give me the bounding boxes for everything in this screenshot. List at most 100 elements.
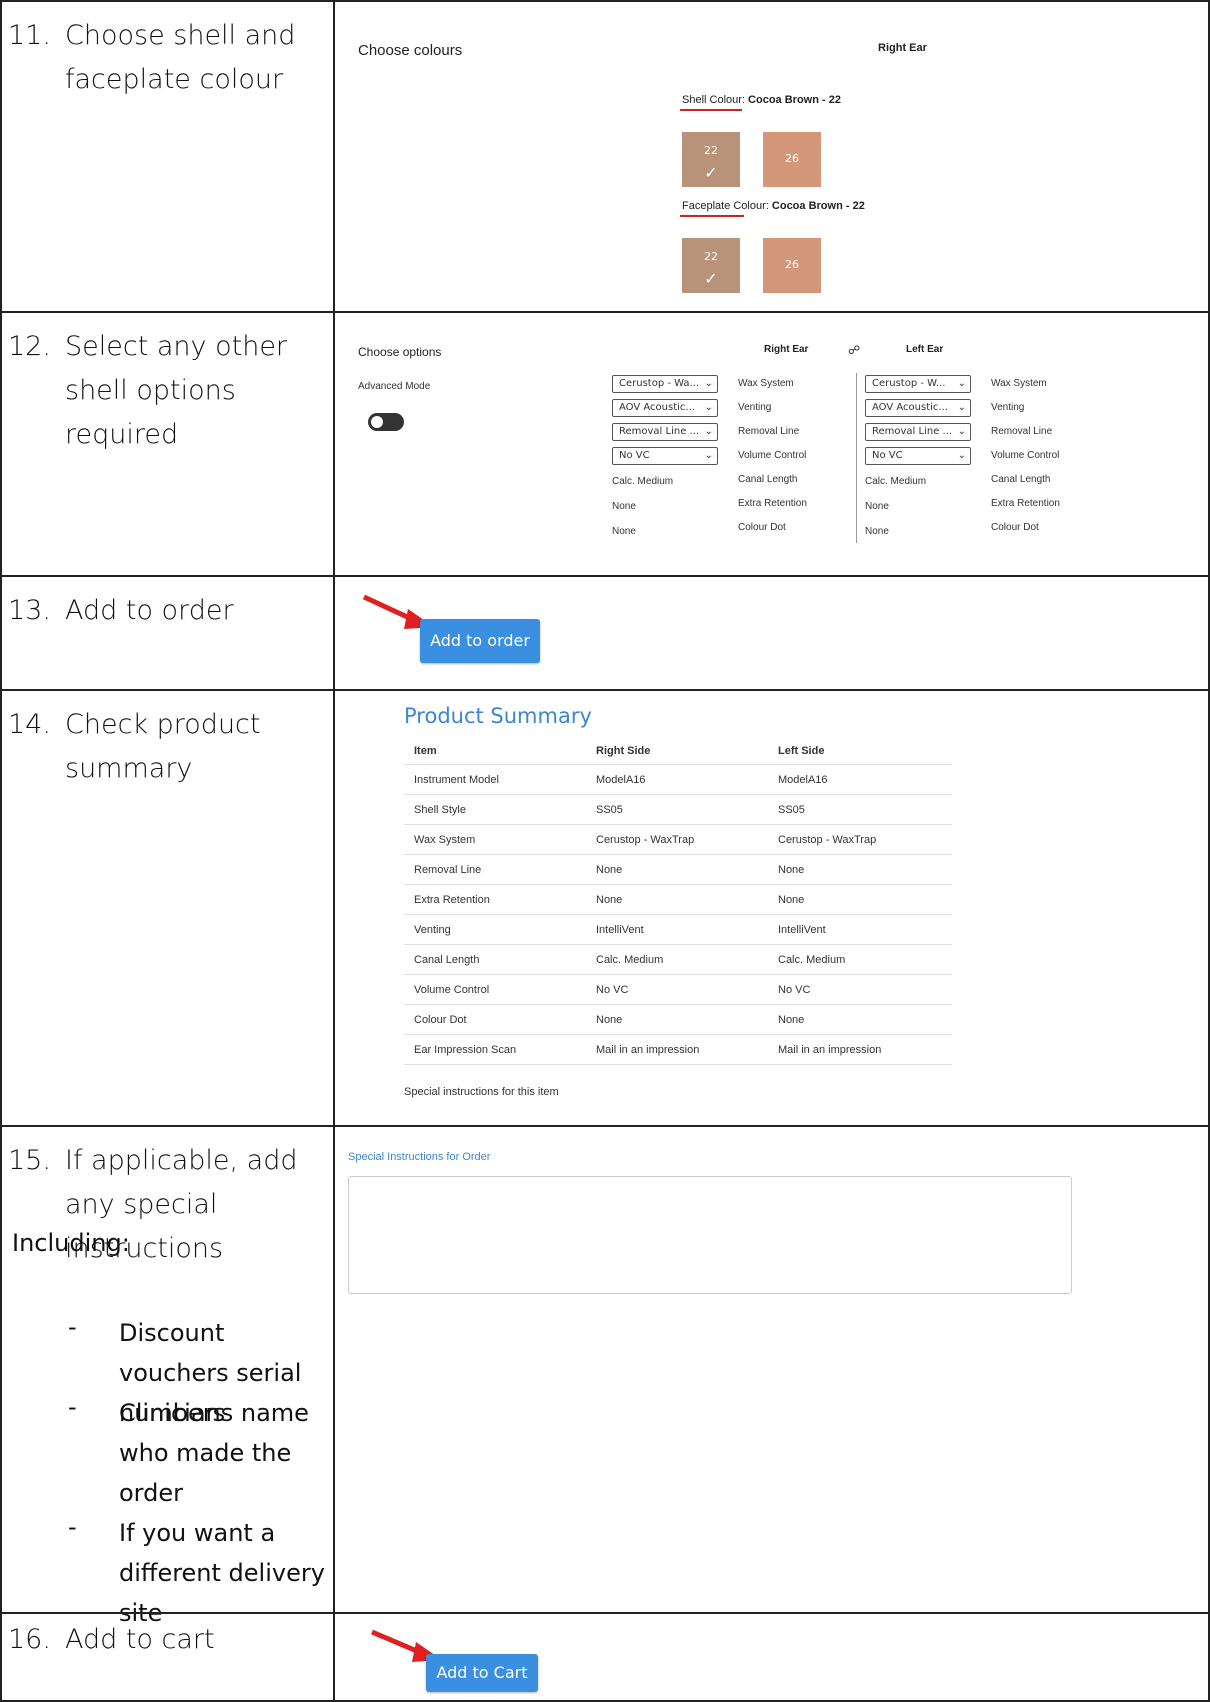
option-label: Canal Length [991, 474, 1051, 485]
column-header: Left Side [768, 738, 952, 765]
summary-item-cell: Instrument Model [404, 764, 586, 795]
chevron-down-icon: ⌄ [704, 378, 713, 389]
right-volume-control-select[interactable]: No VC ⌄ [612, 447, 718, 465]
option-label: Colour Dot [991, 522, 1039, 533]
left-side-cell: Mail in an impression [768, 1034, 952, 1065]
right-side-cell: SS05 [586, 794, 768, 825]
step-text: Check product summary [65, 709, 261, 784]
chevron-down-icon: ⌄ [957, 402, 966, 413]
bullet-dash: - [68, 1393, 77, 1421]
options-heading: Choose options [358, 345, 442, 359]
bullet-dash: - [68, 1313, 77, 1341]
left-removal-line-select[interactable]: Removal Line ... ⌄ [865, 423, 971, 441]
step-text: Add to order [65, 595, 234, 626]
right-side-cell: None [586, 1004, 768, 1035]
option-label: Removal Line [738, 426, 800, 437]
left-colour-dot-value: None [865, 526, 889, 537]
left-venting-select[interactable]: AOV Acoustic... ⌄ [865, 399, 971, 417]
step-number: 15. [8, 1145, 51, 1176]
left-wax-system-select[interactable]: Cerustop - W... ⌄ [865, 375, 971, 393]
shell-swatch-22[interactable]: 22 ✓ [682, 132, 740, 187]
left-side-cell: Cerustop - WaxTrap [768, 824, 952, 855]
step-12: 12. Select any other shell options requi… [8, 325, 328, 450]
option-label: Extra Retention [738, 498, 807, 509]
faceplate-colour-label: Faceplate Colour [682, 200, 766, 212]
summary-item-cell: Removal Line [404, 854, 586, 885]
product-summary-table: Item Right Side Left Side Instrument Mod… [404, 738, 952, 1065]
step-text: Choose shell and faceplate colour [65, 20, 296, 95]
step-number: 14. [8, 709, 51, 740]
step-number: 12. [8, 331, 51, 362]
ear-divider [856, 373, 857, 543]
bullet-item: Clinicians name who made the order [119, 1399, 309, 1507]
chevron-down-icon: ⌄ [704, 402, 713, 413]
table-row: 11. Choose shell and faceplate colour Ch… [0, 0, 1210, 311]
right-removal-line-select[interactable]: Removal Line ... ⌄ [612, 423, 718, 441]
right-side-cell: No VC [586, 974, 768, 1005]
shell-colour-value: Cocoa Brown - 22 [748, 94, 841, 106]
colours-ear-label: Right Ear [878, 42, 927, 54]
faceplate-colour-underline [680, 215, 744, 217]
table-row: 12. Select any other shell options requi… [0, 311, 1210, 575]
left-side-cell: Calc. Medium [768, 944, 952, 975]
option-label: Wax System [991, 378, 1047, 389]
option-label: Volume Control [738, 450, 807, 461]
chevron-down-icon: ⌄ [957, 426, 966, 437]
step-13: 13. Add to order [8, 589, 328, 633]
chevron-down-icon: ⌄ [957, 450, 966, 461]
option-label: Wax System [738, 378, 794, 389]
shell-swatch-26[interactable]: 26 [763, 132, 821, 187]
chevron-down-icon: ⌄ [704, 426, 713, 437]
link-icon[interactable]: ☍ [848, 343, 860, 357]
table-row: 16. Add to cart Add to Cart [0, 1612, 1210, 1702]
table-row: Venting IntelliVent IntelliVent [404, 914, 952, 945]
add-to-cart-button[interactable]: Add to Cart [426, 1654, 538, 1692]
step-16: 16. Add to cart [8, 1618, 328, 1662]
table-header-row: Item Right Side Left Side [404, 738, 952, 765]
right-canal-length-value: Calc. Medium [612, 476, 674, 487]
chevron-down-icon: ⌄ [957, 378, 966, 389]
left-side-cell: ModelA16 [768, 764, 952, 795]
table-row: Extra Retention None None [404, 884, 952, 915]
summary-item-cell: Wax System [404, 824, 586, 855]
right-side-cell: None [586, 854, 768, 885]
right-wax-system-select[interactable]: Cerustop - Wa... ⌄ [612, 375, 718, 393]
step-text: Select any other shell options required [65, 331, 288, 450]
column-header: Right Side [586, 738, 768, 765]
step-text: Add to cart [65, 1624, 215, 1655]
left-side-cell: SS05 [768, 794, 952, 825]
shell-colour-label: Shell Colour [682, 94, 742, 106]
table-row: Instrument Model ModelA16 ModelA16 [404, 764, 952, 795]
product-summary-title: Product Summary [404, 704, 592, 728]
table-row: Shell Style SS05 SS05 [404, 794, 952, 825]
right-ear-label: Right Ear [764, 344, 809, 355]
advanced-mode-label: Advanced Mode [358, 381, 431, 392]
left-side-cell: No VC [768, 974, 952, 1005]
special-instructions-textarea[interactable] [348, 1176, 1072, 1294]
check-icon: ✓ [704, 163, 718, 182]
swatch-code: 22 [704, 144, 718, 157]
table-row: Volume Control No VC No VC [404, 974, 952, 1005]
right-side-cell: Mail in an impression [586, 1034, 768, 1065]
shell-colour-underline [680, 109, 742, 111]
special-instructions-item-link[interactable]: Special instructions for this item [404, 1086, 559, 1098]
left-volume-control-select[interactable]: No VC ⌄ [865, 447, 971, 465]
summary-item-cell: Ear Impression Scan [404, 1034, 586, 1065]
faceplate-swatch-26[interactable]: 26 [763, 238, 821, 293]
option-label: Venting [738, 402, 772, 413]
left-ear-label: Left Ear [906, 344, 944, 355]
swatch-code: 26 [785, 152, 799, 165]
right-colour-dot-value: None [612, 526, 636, 537]
summary-item-cell: Colour Dot [404, 1004, 586, 1035]
add-to-order-button[interactable]: Add to order [420, 619, 540, 663]
summary-item-cell: Shell Style [404, 794, 586, 825]
toggle-knob [371, 416, 383, 428]
right-venting-select[interactable]: AOV Acoustic... ⌄ [612, 399, 718, 417]
colours-heading: Choose colours [358, 42, 463, 59]
advanced-mode-toggle[interactable] [368, 413, 404, 431]
faceplate-swatch-22[interactable]: 22 ✓ [682, 238, 740, 293]
summary-item-cell: Canal Length [404, 944, 586, 975]
left-side-cell: None [768, 854, 952, 885]
step-number: 13. [8, 595, 51, 626]
left-side-cell: None [768, 1004, 952, 1035]
